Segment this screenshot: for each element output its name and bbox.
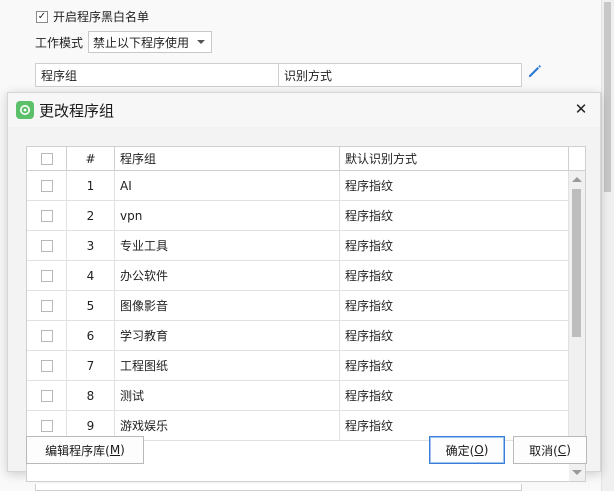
- row-program-group: 游戏娱乐: [115, 411, 340, 440]
- row-number: 2: [67, 201, 115, 230]
- row-default-method: 程序指纹: [340, 231, 569, 260]
- row-checkbox[interactable]: [40, 389, 53, 402]
- row-checkbox-cell: [27, 171, 67, 200]
- row-program-group: 测试: [115, 381, 340, 410]
- edit-library-suffix: ): [120, 443, 125, 457]
- row-default-method: 程序指纹: [340, 321, 569, 350]
- table-row[interactable]: 7 工程图纸 程序指纹: [27, 351, 569, 381]
- column-header-program-group[interactable]: 程序组: [115, 147, 340, 170]
- ok-label: 确定(: [445, 443, 475, 458]
- grid-header-corner: [569, 147, 585, 171]
- row-checkbox-cell: [27, 321, 67, 350]
- row-checkbox[interactable]: [40, 419, 53, 432]
- cancel-button[interactable]: 取消(C): [513, 436, 587, 464]
- table-row[interactable]: 1 AI 程序指纹: [27, 171, 569, 201]
- ok-suffix: ): [483, 443, 489, 457]
- row-number: 7: [67, 351, 115, 380]
- row-program-group: AI: [115, 171, 340, 200]
- work-mode-label: 工作模式: [35, 35, 84, 50]
- program-table-header: 程序组 识别方式: [35, 63, 522, 87]
- cancel-suffix: ): [566, 443, 571, 457]
- row-program-group: 工程图纸: [115, 351, 340, 380]
- ok-hotkey: O: [474, 443, 484, 457]
- select-all-checkbox[interactable]: [40, 152, 53, 165]
- row-checkbox[interactable]: [40, 299, 53, 312]
- table-row[interactable]: 5 图像影音 程序指纹: [27, 291, 569, 321]
- row-number: 4: [67, 261, 115, 290]
- row-program-group: 学习教育: [115, 321, 340, 350]
- row-number: 5: [67, 291, 115, 320]
- row-default-method: 程序指纹: [340, 381, 569, 410]
- select-all-cell: [27, 147, 67, 170]
- row-checkbox[interactable]: [40, 209, 53, 222]
- program-table-bottom: [35, 484, 522, 491]
- row-number: 1: [67, 171, 115, 200]
- work-mode-row: 工作模式 禁止以下程序使用: [35, 31, 213, 53]
- table-row[interactable]: 4 办公软件 程序指纹: [27, 261, 569, 291]
- row-checkbox-cell: [27, 351, 67, 380]
- blacklist-checkbox[interactable]: ✓: [36, 10, 48, 23]
- row-checkbox-cell: [27, 291, 67, 320]
- row-program-group: 办公软件: [115, 261, 340, 290]
- close-icon[interactable]: ✕: [574, 102, 588, 117]
- row-checkbox[interactable]: [40, 329, 53, 342]
- dialog-title: 更改程序组: [39, 101, 115, 120]
- pencil-icon[interactable]: [526, 62, 544, 80]
- grid-scrollbar[interactable]: [569, 171, 585, 481]
- blacklist-toggle-row[interactable]: ✓ 开启程序黑白名单: [36, 8, 149, 25]
- table-row[interactable]: 6 学习教育 程序指纹: [27, 321, 569, 351]
- row-checkbox-cell: [27, 231, 67, 260]
- table-row[interactable]: 8 测试 程序指纹: [27, 381, 569, 411]
- row-number: 8: [67, 381, 115, 410]
- grid-header: # 程序组 默认识别方式: [27, 147, 569, 171]
- grid-scrollbar-thumb[interactable]: [572, 189, 581, 337]
- cancel-label: 取消(: [529, 443, 558, 458]
- row-checkbox-cell: [27, 381, 67, 410]
- edit-program-library-button[interactable]: 编辑程序库(M): [26, 436, 144, 464]
- work-mode-value: 禁止以下程序使用: [93, 35, 190, 50]
- row-number: 3: [67, 231, 115, 260]
- ok-button[interactable]: 确定(O): [429, 436, 505, 464]
- row-number: 6: [67, 321, 115, 350]
- row-default-method: 程序指纹: [340, 351, 569, 380]
- work-mode-select[interactable]: 禁止以下程序使用: [88, 31, 213, 53]
- row-checkbox-cell: [27, 261, 67, 290]
- chevron-down-icon: [197, 40, 206, 44]
- row-default-method: 程序指纹: [340, 201, 569, 230]
- column-header-program-group[interactable]: 程序组: [36, 64, 279, 86]
- scroll-down-icon[interactable]: [572, 470, 582, 475]
- cancel-hotkey: C: [557, 443, 567, 457]
- row-checkbox[interactable]: [40, 179, 53, 192]
- app-icon: [16, 101, 34, 119]
- blacklist-checkbox-label: 开启程序黑白名单: [53, 10, 150, 24]
- change-program-group-dialog: 更改程序组 ✕ # 程序组 默认识别方式 1 AI 程序指纹 2 vpn 程序指纹 3 专业工…: [7, 92, 601, 482]
- edit-library-hotkey: M: [109, 443, 121, 457]
- row-checkbox[interactable]: [40, 269, 53, 282]
- scroll-up-icon[interactable]: [572, 177, 582, 182]
- table-row[interactable]: 3 专业工具 程序指纹: [27, 231, 569, 261]
- table-row[interactable]: 2 vpn 程序指纹: [27, 201, 569, 231]
- program-group-grid: # 程序组 默认识别方式 1 AI 程序指纹 2 vpn 程序指纹 3 专业工具 程序指纹 4 办公…: [26, 146, 586, 482]
- row-program-group: 图像影音: [115, 291, 340, 320]
- column-header-number[interactable]: #: [67, 147, 115, 170]
- row-checkbox-cell: [27, 201, 67, 230]
- row-default-method: 程序指纹: [340, 291, 569, 320]
- dialog-titlebar[interactable]: 更改程序组 ✕: [8, 93, 600, 127]
- column-header-recognition-method[interactable]: 识别方式: [279, 64, 521, 86]
- row-program-group: vpn: [115, 201, 340, 230]
- column-header-default-method[interactable]: 默认识别方式: [340, 147, 569, 170]
- edit-library-label: 编辑程序库(: [45, 443, 110, 458]
- page-scrollbar-thumb[interactable]: [604, 2, 611, 192]
- row-default-method: 程序指纹: [340, 261, 569, 290]
- row-checkbox[interactable]: [40, 359, 53, 372]
- row-default-method: 程序指纹: [340, 171, 569, 200]
- row-checkbox[interactable]: [40, 239, 53, 252]
- row-program-group: 专业工具: [115, 231, 340, 260]
